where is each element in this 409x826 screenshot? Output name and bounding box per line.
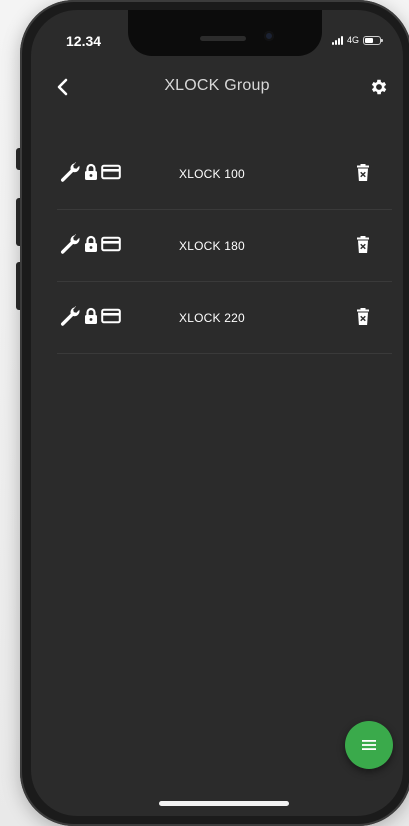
card-icon	[101, 236, 121, 252]
battery-icon	[363, 35, 383, 45]
delete-button[interactable]	[355, 308, 371, 326]
wrench-icon	[60, 234, 80, 254]
network-label: 4G	[346, 35, 359, 45]
trash-icon	[357, 308, 369, 325]
phone-notch	[128, 10, 322, 56]
delete-button[interactable]	[355, 164, 371, 182]
lock-name: XLOCK 220	[179, 311, 245, 325]
gear-icon	[371, 79, 387, 95]
wrench-icon	[60, 306, 80, 326]
delete-button[interactable]	[355, 236, 371, 254]
lock-name: XLOCK 180	[179, 239, 245, 253]
card-icon	[101, 308, 121, 324]
speaker-grille	[200, 36, 246, 41]
trash-icon	[357, 236, 369, 253]
front-camera	[264, 31, 274, 41]
lock-row[interactable]: XLOCK 100	[57, 138, 392, 210]
trash-icon	[357, 164, 369, 181]
app-header: XLOCK Group	[31, 72, 403, 102]
page-title: XLOCK Group	[164, 77, 270, 94]
status-time: 12.34	[66, 33, 102, 49]
wrench-icon	[60, 162, 80, 182]
card-icon	[101, 164, 121, 180]
lock-feature-icons	[59, 234, 121, 254]
screenshot-stage: 12.34 4G XLOCK Group XLOCK 100 XLOCK 180…	[0, 0, 409, 826]
signal-icon	[331, 35, 343, 45]
lock-feature-icons	[59, 306, 121, 326]
menu-fab-button[interactable]	[345, 721, 393, 769]
lock-row[interactable]: XLOCK 220	[57, 282, 392, 354]
status-indicators: 4G	[331, 35, 383, 45]
menu-icon	[362, 740, 376, 750]
settings-button[interactable]	[369, 77, 389, 97]
phone-screen: 12.34 4G XLOCK Group XLOCK 100 XLOCK 180…	[31, 10, 403, 816]
lock-row[interactable]: XLOCK 180	[57, 210, 392, 282]
lock-list: XLOCK 100 XLOCK 180 XLOCK 220	[57, 138, 392, 354]
home-indicator[interactable]	[159, 801, 289, 806]
lock-name: XLOCK 100	[179, 167, 245, 181]
padlock-icon	[85, 235, 97, 252]
padlock-icon	[85, 163, 97, 180]
lock-feature-icons	[59, 162, 121, 182]
padlock-icon	[85, 307, 97, 324]
